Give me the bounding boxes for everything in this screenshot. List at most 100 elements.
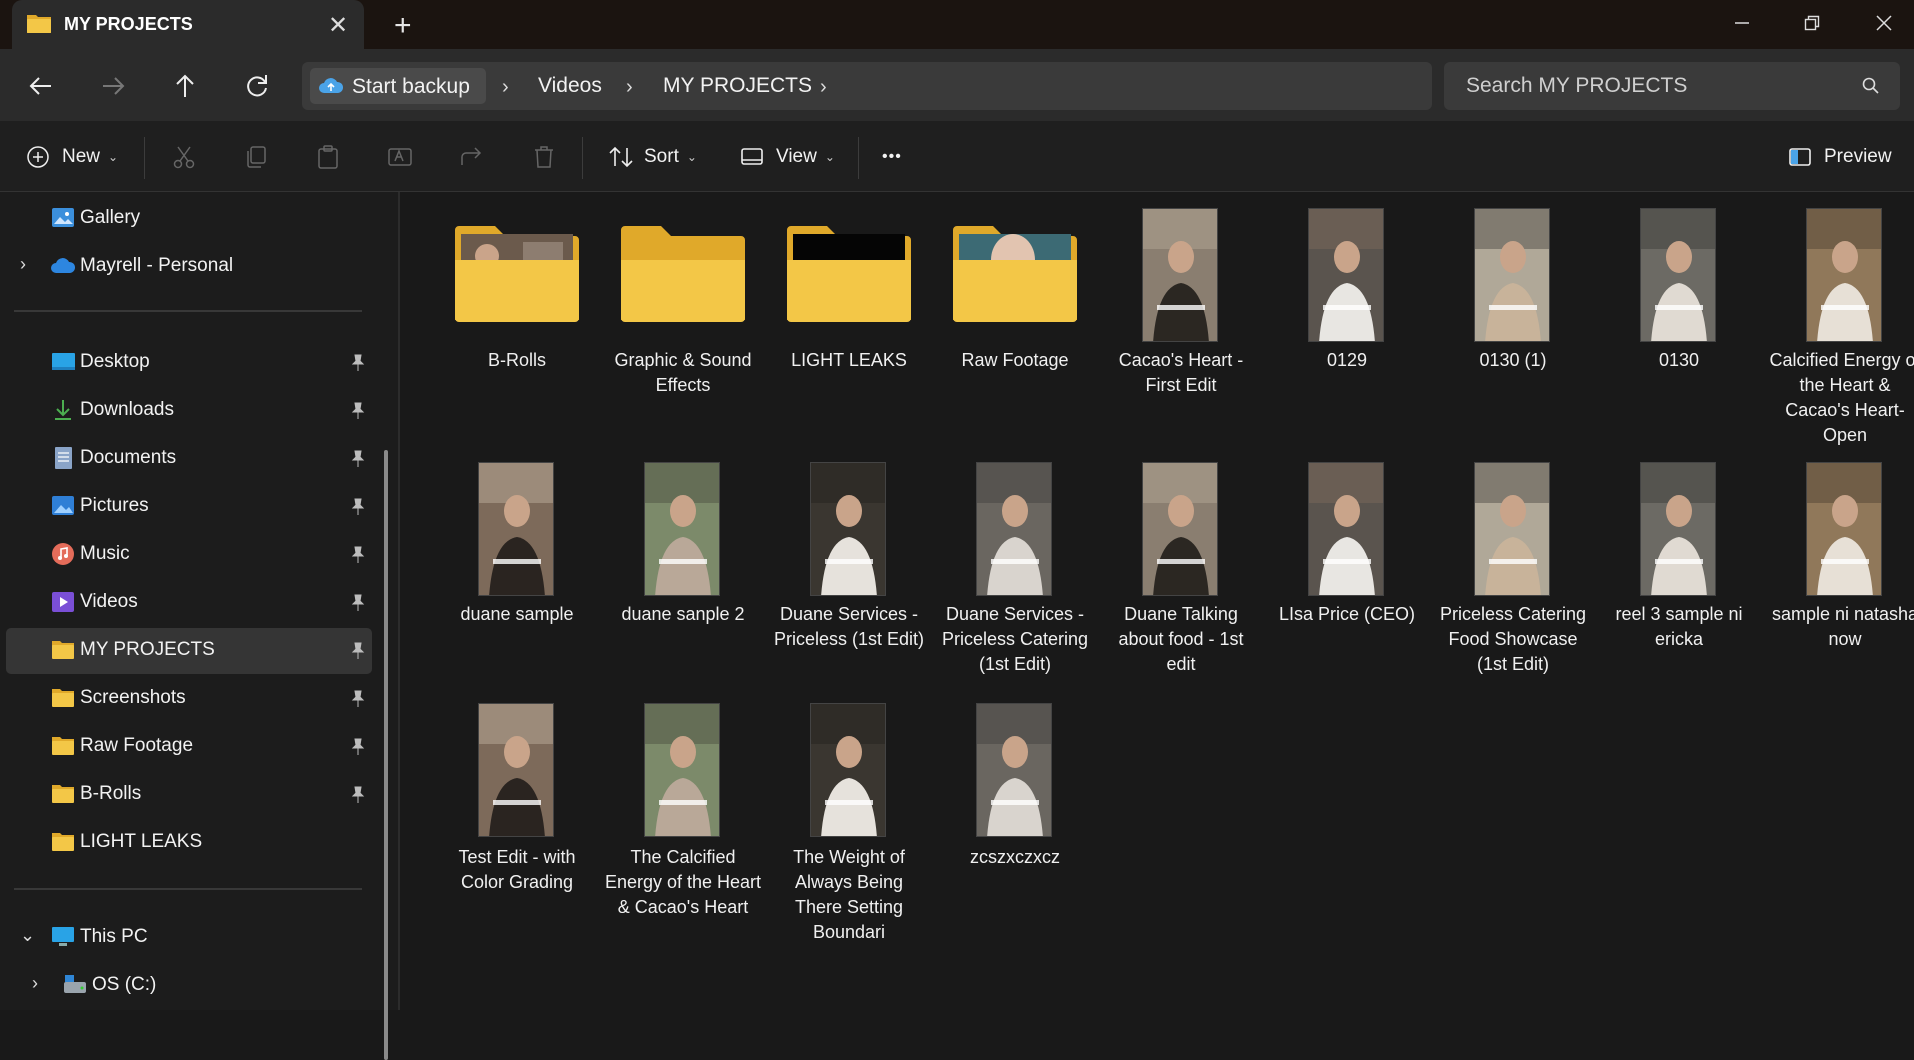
- tab-my-projects[interactable]: MY PROJECTS ✕: [12, 0, 364, 49]
- sidebar-item-this-pc[interactable]: ⌄ This PC: [6, 915, 372, 961]
- chevron-right-icon[interactable]: ›: [820, 76, 827, 99]
- breadcrumb-my-projects[interactable]: MY PROJECTS: [663, 74, 812, 98]
- video-file-item[interactable]: zcszxczxcz: [936, 675, 1094, 905]
- paste-icon[interactable]: [314, 143, 342, 171]
- more-options-button[interactable]: •••: [882, 143, 902, 171]
- video-file-item[interactable]: Cacao's Heart - First Edit: [1102, 192, 1260, 422]
- restore-button[interactable]: [1782, 0, 1842, 45]
- file-name-label: 0129: [1326, 350, 1368, 370]
- chevron-down-icon: ⌄: [824, 150, 835, 164]
- new-tab-button[interactable]: +: [394, 9, 412, 43]
- start-backup-button[interactable]: Start backup: [310, 68, 486, 104]
- video-file-item[interactable]: Duane Talking about food - 1st edit: [1102, 446, 1260, 676]
- sidebar-scrollbar[interactable]: [384, 450, 388, 1060]
- video-thumbnail: [1308, 462, 1384, 596]
- sidebar-item-gallery[interactable]: Gallery: [6, 196, 372, 242]
- video-file-item[interactable]: Duane Services - Priceless Catering (1st…: [936, 446, 1094, 676]
- minimize-button[interactable]: [1712, 0, 1772, 45]
- share-icon[interactable]: [458, 143, 486, 171]
- refresh-icon[interactable]: [242, 71, 272, 101]
- preview-button[interactable]: Preview: [1788, 143, 1892, 171]
- sidebar-item-mayrell-personal[interactable]: › Mayrell - Personal: [6, 244, 372, 290]
- chevron-right-icon[interactable]: ›: [626, 76, 633, 99]
- sidebar-item-music[interactable]: Music: [6, 532, 372, 578]
- up-arrow-icon[interactable]: [170, 71, 200, 101]
- folder-icon: [785, 220, 913, 335]
- documents-icon: [50, 446, 76, 470]
- video-file-item[interactable]: Priceless Catering Food Showcase (1st Ed…: [1434, 446, 1592, 676]
- forward-arrow-icon[interactable]: [98, 71, 128, 101]
- video-file-item[interactable]: reel 3 sample ni ericka: [1600, 446, 1758, 676]
- pin-icon[interactable]: [350, 690, 366, 708]
- sidebar-item-light-leaks[interactable]: LIGHT LEAKS: [6, 820, 372, 866]
- video-thumbnail: [644, 462, 720, 596]
- sidebar-item-label: Gallery: [80, 207, 141, 228]
- pin-icon[interactable]: [350, 450, 366, 468]
- pin-icon[interactable]: [350, 546, 366, 564]
- video-file-item[interactable]: duane sanple 2: [604, 446, 762, 676]
- command-bar: New ⌄ Sort ⌄ View ⌄ ••• Preview: [0, 121, 1914, 192]
- folder-item[interactable]: LIGHT LEAKS: [770, 192, 928, 422]
- view-button[interactable]: View ⌄: [740, 143, 835, 171]
- sidebar-item-my-projects[interactable]: MY PROJECTS: [6, 628, 372, 674]
- folder-item[interactable]: B-Rolls: [438, 192, 596, 422]
- video-file-item[interactable]: Calcified Energy of the Heart & Cacao's …: [1766, 192, 1914, 445]
- video-file-item[interactable]: LIsa Price (CEO): [1268, 446, 1426, 676]
- video-file-item[interactable]: 0130: [1600, 192, 1758, 422]
- new-button[interactable]: New ⌄: [26, 143, 118, 171]
- back-arrow-icon[interactable]: [26, 71, 56, 101]
- pin-icon[interactable]: [350, 402, 366, 420]
- file-name-label: Duane Services - Priceless (1st Edit): [773, 604, 925, 649]
- video-file-item[interactable]: Test Edit - with Color Grading: [438, 675, 596, 905]
- sidebar-item-os-c[interactable]: › OS (C:): [6, 963, 372, 1009]
- chevron-right-icon[interactable]: ›: [20, 254, 26, 275]
- gallery-icon: [50, 206, 76, 230]
- search-box[interactable]: Search MY PROJECTS: [1444, 62, 1900, 110]
- sort-button[interactable]: Sort ⌄: [608, 143, 697, 171]
- pin-icon[interactable]: [350, 642, 366, 660]
- video-thumbnail: [1806, 462, 1882, 596]
- sidebar-item-documents[interactable]: Documents: [6, 436, 372, 482]
- file-name-label: reel 3 sample ni ericka: [1615, 604, 1743, 649]
- pin-icon[interactable]: [350, 786, 366, 804]
- sidebar-item-b-rolls[interactable]: B-Rolls: [6, 772, 372, 818]
- video-file-item[interactable]: sample ni natasha now: [1766, 446, 1914, 676]
- video-file-item[interactable]: Duane Services - Priceless (1st Edit): [770, 446, 928, 676]
- sidebar-item-downloads[interactable]: Downloads: [6, 388, 372, 434]
- sidebar-item-raw-footage[interactable]: Raw Footage: [6, 724, 372, 770]
- address-bar[interactable]: Start backup › Videos › MY PROJECTS ›: [302, 62, 1432, 110]
- pin-icon[interactable]: [350, 738, 366, 756]
- chevron-down-icon[interactable]: ⌄: [20, 925, 35, 946]
- video-thumbnail: [1640, 462, 1716, 596]
- file-name-label: duane sample: [460, 604, 574, 624]
- breadcrumb-videos[interactable]: Videos: [538, 74, 602, 98]
- folder-item[interactable]: Raw Footage: [936, 192, 1094, 422]
- close-window-button[interactable]: [1854, 0, 1914, 45]
- file-name-label: duane sanple 2: [621, 604, 745, 624]
- sidebar-item-screenshots[interactable]: Screenshots: [6, 676, 372, 722]
- pin-icon[interactable]: [350, 354, 366, 372]
- sort-icon: [609, 146, 633, 168]
- cut-icon[interactable]: [170, 143, 198, 171]
- video-file-item[interactable]: 0130 (1): [1434, 192, 1592, 422]
- sidebar-item-desktop[interactable]: Desktop: [6, 340, 372, 386]
- pin-icon[interactable]: [350, 594, 366, 612]
- title-bar: MY PROJECTS ✕ +: [0, 0, 1914, 49]
- folder-item[interactable]: Graphic & Sound Effects: [604, 192, 762, 422]
- file-name-label: The Weight of Always Being There Setting…: [793, 847, 905, 942]
- rename-icon[interactable]: [386, 143, 414, 171]
- chevron-right-icon[interactable]: ›: [32, 973, 38, 994]
- close-tab-button[interactable]: ✕: [328, 11, 348, 40]
- video-thumbnail: [976, 462, 1052, 596]
- sidebar-item-videos[interactable]: Videos: [6, 580, 372, 626]
- chevron-right-icon[interactable]: ›: [502, 76, 509, 99]
- search-icon[interactable]: [1862, 77, 1880, 95]
- video-file-item[interactable]: The Weight of Always Being There Setting…: [770, 675, 928, 942]
- video-file-item[interactable]: duane sample: [438, 446, 596, 676]
- video-file-item[interactable]: 0129: [1268, 192, 1426, 422]
- copy-icon[interactable]: [242, 143, 270, 171]
- delete-icon[interactable]: [530, 143, 558, 171]
- pin-icon[interactable]: [350, 498, 366, 516]
- video-file-item[interactable]: The Calcified Energy of the Heart & Caca…: [604, 675, 762, 917]
- sidebar-item-pictures[interactable]: Pictures: [6, 484, 372, 530]
